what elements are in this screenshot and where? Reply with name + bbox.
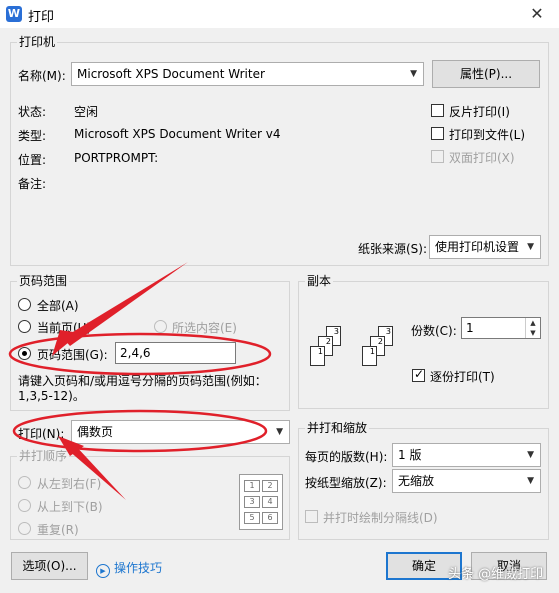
tips-link-label: 操作技巧	[114, 561, 163, 575]
order-repeat-label: 重复(R)	[37, 523, 79, 537]
range-all-label: 全部(A)	[37, 299, 79, 313]
pages-per-sheet-value: 1 版	[398, 448, 422, 462]
status-label: 状态:	[18, 105, 47, 119]
wps-app-icon: W	[6, 6, 22, 22]
order-grid-preview: 1 2 3 4 5 6	[239, 474, 283, 530]
paper-source-select[interactable]: 使用打印机设置 ▼	[429, 235, 541, 259]
status-value: 空闲	[74, 105, 99, 119]
duplex-checkbox	[431, 150, 444, 163]
copies-group-label: 副本	[305, 274, 334, 288]
type-label: 类型:	[18, 129, 47, 143]
printer-name-value: Microsoft XPS Document Writer	[77, 67, 265, 81]
page-icon: 1	[362, 346, 377, 366]
duplex-label: 双面打印(X)	[449, 151, 515, 165]
range-current-radio[interactable]	[18, 320, 31, 333]
grid-cell: 3	[244, 496, 260, 508]
zoom-group-label: 并打和缩放	[305, 421, 370, 435]
chevron-down-icon: ▼	[410, 69, 417, 79]
collate-checkbox[interactable]	[412, 367, 425, 382]
page-range-hint: 请键入页码和/或用逗号分隔的页码范围(例如：1,3,5-12)。	[18, 374, 267, 403]
title-bar	[0, 0, 559, 28]
grid-cell: 1	[244, 480, 260, 492]
chevron-down-icon: ▼	[527, 450, 534, 460]
print-to-file-label: 打印到文件(L)	[449, 128, 526, 142]
tips-link[interactable]: ▶ 操作技巧	[96, 559, 162, 578]
collate-label: 逐份打印(T)	[430, 370, 495, 384]
pages-per-sheet-label: 每页的版数(H):	[305, 450, 388, 464]
print-subset-value: 偶数页	[77, 425, 114, 439]
paper-source-label: 纸张来源(S):	[358, 242, 428, 256]
order-top-bottom-radio	[18, 499, 31, 512]
grid-cell: 4	[262, 496, 278, 508]
location-value: PORTPROMPT:	[74, 151, 159, 165]
scale-select[interactable]: 无缩放 ▼	[392, 469, 541, 493]
range-all-radio[interactable]	[18, 298, 31, 311]
chevron-down-icon: ▼	[276, 427, 283, 437]
type-value: Microsoft XPS Document Writer v4	[74, 127, 281, 141]
range-selection-label: 所选内容(E)	[172, 321, 237, 335]
range-selection-radio	[154, 320, 167, 333]
order-left-right-radio	[18, 476, 31, 489]
range-pages-radio[interactable]	[18, 347, 31, 360]
pages-per-sheet-select[interactable]: 1 版 ▼	[392, 443, 541, 467]
draw-borders-checkbox	[305, 510, 318, 523]
range-pages-label: 页码范围(G):	[37, 348, 108, 362]
spin-down-icon[interactable]: ▼	[525, 328, 540, 338]
page-range-input[interactable]: 2,4,6	[115, 342, 236, 364]
print-subset-label: 打印(N):	[18, 427, 65, 441]
print-to-file-checkbox[interactable]	[431, 127, 444, 140]
copies-value: 1	[466, 321, 474, 335]
copies-label: 份数(C):	[411, 324, 457, 338]
collate-illustration-2: 3 2 1	[358, 322, 398, 372]
grid-cell: 2	[262, 480, 278, 492]
printer-name-label: 名称(M):	[18, 69, 66, 83]
window-title: 打印	[28, 10, 55, 25]
order-top-bottom-label: 从上到下(B)	[37, 500, 103, 514]
location-label: 位置:	[18, 153, 47, 167]
close-icon[interactable]: ✕	[516, 0, 558, 28]
printer-group-label: 打印机	[17, 35, 58, 49]
play-circle-icon: ▶	[96, 564, 110, 578]
copies-input[interactable]: 1 ▲ ▼	[461, 317, 541, 339]
page-icon: 1	[310, 346, 325, 366]
scale-value: 无缩放	[398, 474, 435, 488]
chevron-down-icon: ▼	[527, 476, 534, 486]
grid-cell: 5	[244, 512, 260, 524]
collate-illustration-1: 3 2 1	[306, 322, 346, 372]
print-subset-select[interactable]: 偶数页 ▼	[71, 420, 290, 444]
order-left-right-label: 从左到右(F)	[37, 477, 102, 491]
printer-name-select[interactable]: Microsoft XPS Document Writer ▼	[71, 62, 424, 86]
watermark-text: 头条 @维威打印	[448, 567, 544, 582]
comment-label: 备注:	[18, 177, 47, 191]
paper-source-value: 使用打印机设置	[435, 240, 520, 254]
order-repeat-radio	[18, 522, 31, 535]
scale-label: 按纸型缩放(Z):	[305, 476, 387, 490]
properties-button[interactable]: 属性(P)...	[432, 60, 540, 88]
page-range-group-label: 页码范围	[17, 274, 70, 288]
print-order-group-label: 并打顺序	[17, 449, 70, 463]
options-button[interactable]: 选项(O)...	[11, 552, 88, 580]
draw-borders-label: 并打时绘制分隔线(D)	[323, 511, 438, 525]
range-current-label: 当前页(U)	[37, 321, 92, 335]
spin-up-icon[interactable]: ▲	[525, 318, 540, 328]
grid-cell: 6	[262, 512, 278, 524]
reverse-print-label: 反片打印(I)	[449, 105, 510, 119]
reverse-print-checkbox[interactable]	[431, 104, 444, 117]
chevron-down-icon: ▼	[527, 242, 534, 252]
